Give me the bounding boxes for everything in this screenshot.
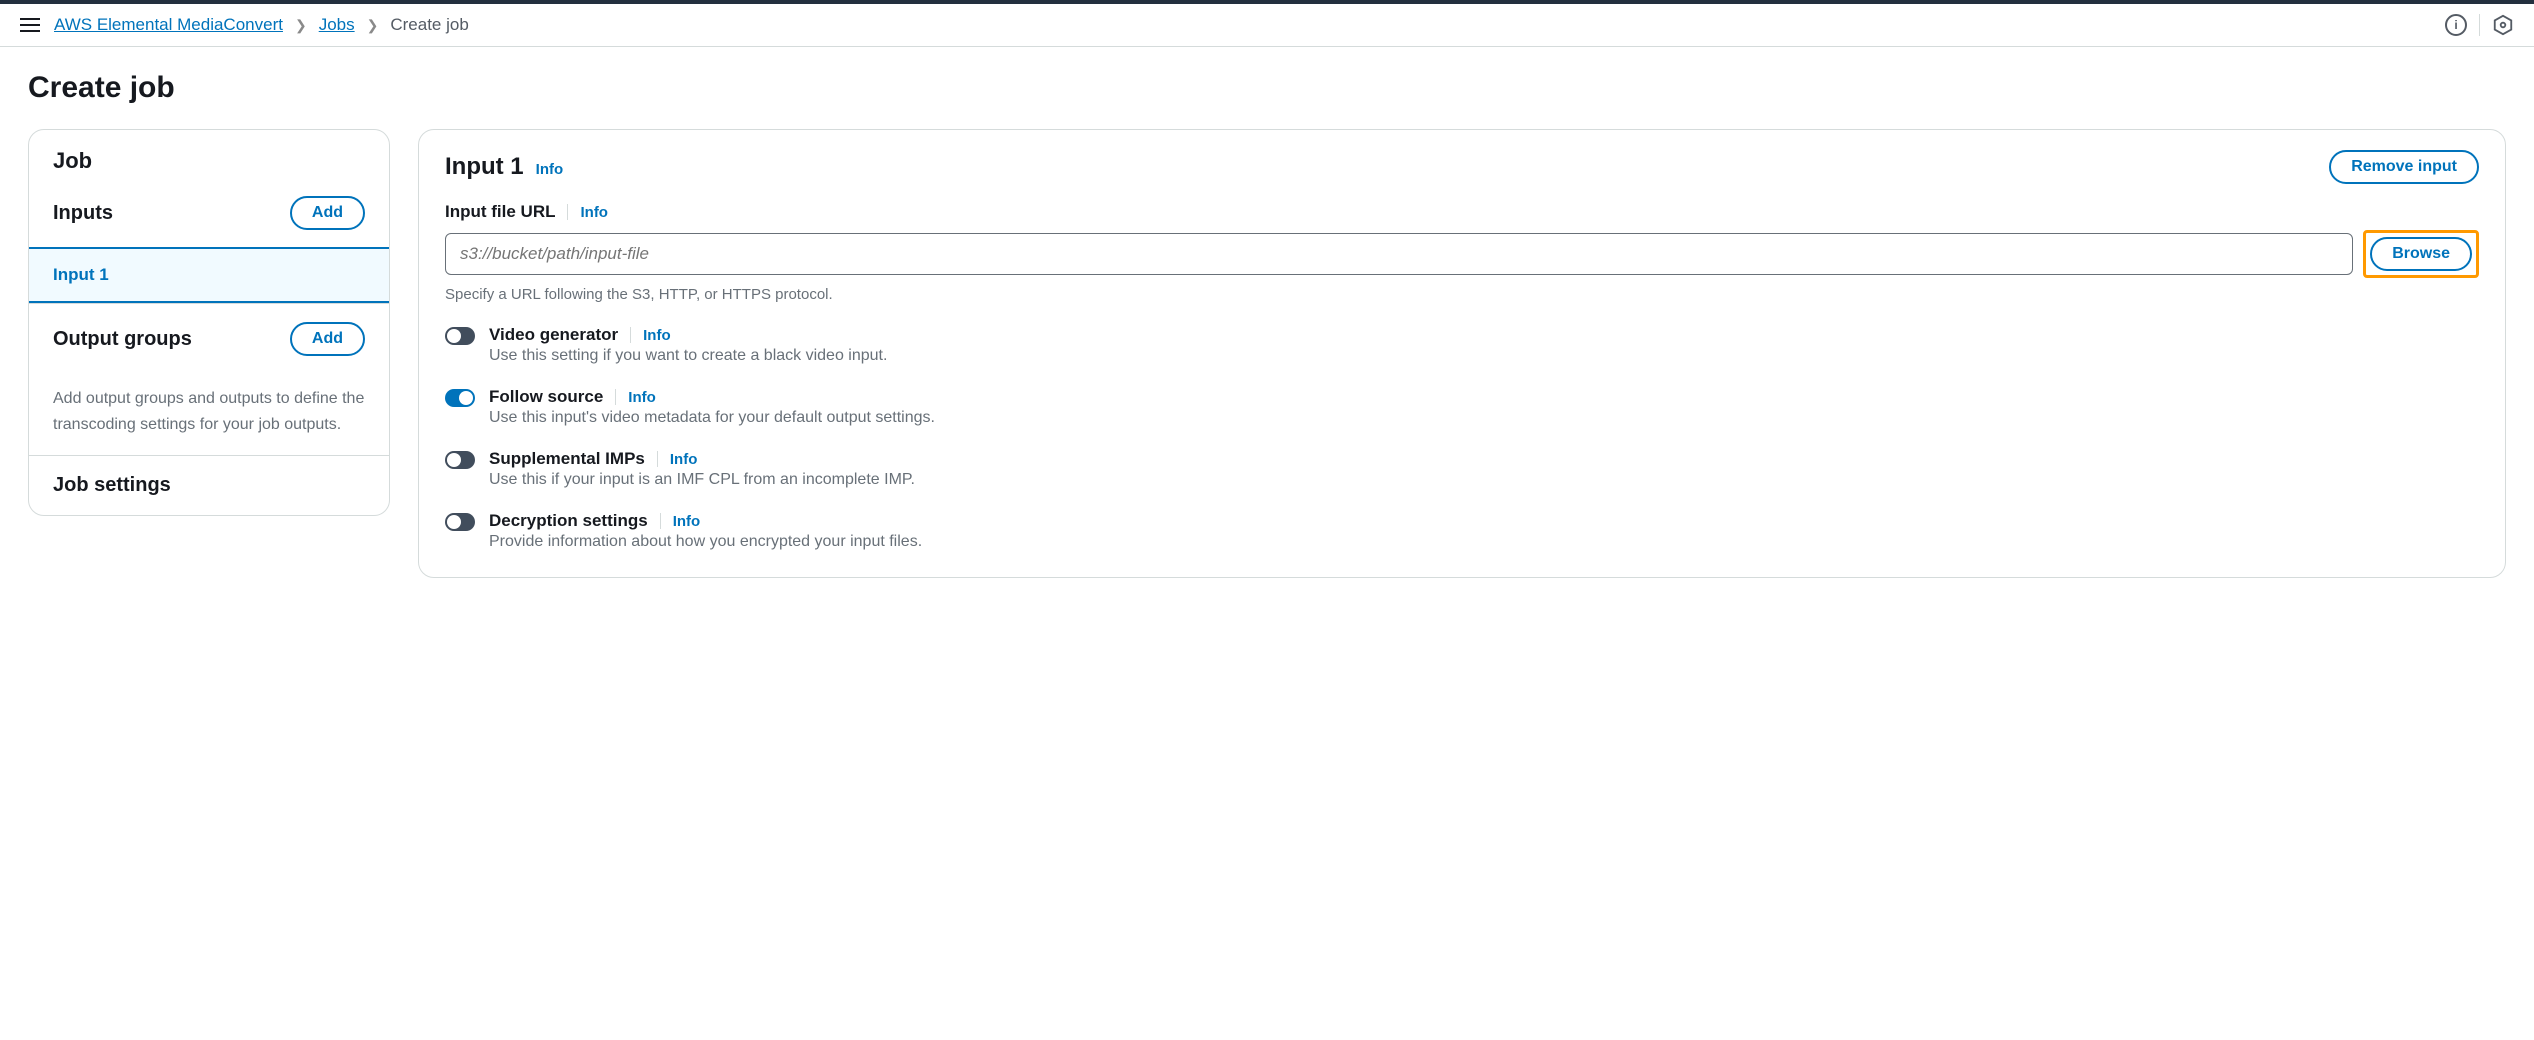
breadcrumb-service[interactable]: AWS Elemental MediaConvert [54, 15, 283, 35]
input-file-url-label: Input file URL [445, 202, 555, 222]
breadcrumb-bar: AWS Elemental MediaConvert ❯ Jobs ❯ Crea… [0, 4, 2534, 47]
decryption-settings-toggle[interactable] [445, 513, 475, 531]
remove-input-button[interactable]: Remove input [2329, 150, 2479, 184]
panel-info-link[interactable]: Info [536, 161, 564, 178]
add-input-button[interactable]: Add [290, 196, 365, 230]
output-groups-help: Add output groups and outputs to define … [29, 374, 389, 455]
decryption-settings-desc: Provide information about how you encryp… [489, 533, 2479, 551]
sidebar-job-settings-label: Job settings [53, 474, 365, 497]
menu-icon[interactable] [20, 18, 40, 32]
input-file-url-field[interactable] [445, 233, 2353, 275]
breadcrumb-jobs[interactable]: Jobs [319, 15, 355, 35]
supplemental-imps-info[interactable]: Info [670, 451, 698, 468]
add-output-group-button[interactable]: Add [290, 322, 365, 356]
input-file-url-help: Specify a URL following the S3, HTTP, or… [445, 286, 2479, 303]
sidebar-inputs-label: Inputs [53, 202, 113, 225]
decryption-settings-info[interactable]: Info [673, 513, 701, 530]
supplemental-imps-toggle[interactable] [445, 451, 475, 469]
supplemental-imps-label: Supplemental IMPs [489, 449, 645, 469]
breadcrumb-current: Create job [390, 15, 468, 35]
breadcrumb: AWS Elemental MediaConvert ❯ Jobs ❯ Crea… [54, 15, 2431, 35]
browse-button[interactable]: Browse [2370, 237, 2472, 271]
video-generator-label: Video generator [489, 325, 618, 345]
sidebar-job-label: Job [53, 148, 365, 174]
video-generator-toggle[interactable] [445, 327, 475, 345]
security-icon[interactable] [2492, 14, 2514, 36]
sidebar-item-input-1[interactable]: Input 1 [29, 247, 389, 303]
decryption-settings-label: Decryption settings [489, 511, 648, 531]
follow-source-desc: Use this input's video metadata for your… [489, 409, 2479, 427]
input-file-url-info[interactable]: Info [580, 204, 608, 221]
page-title: Create job [28, 71, 2506, 105]
chevron-right-icon: ❯ [367, 17, 379, 34]
follow-source-info[interactable]: Info [628, 389, 656, 406]
input-panel: Input 1 Info Remove input Input file URL… [418, 129, 2506, 578]
panel-title: Input 1 [445, 153, 524, 181]
browse-highlight: Browse [2363, 230, 2479, 278]
follow-source-label: Follow source [489, 387, 603, 407]
sidebar-output-groups-label: Output groups [53, 328, 192, 351]
video-generator-desc: Use this setting if you want to create a… [489, 347, 2479, 365]
supplemental-imps-desc: Use this if your input is an IMF CPL fro… [489, 471, 2479, 489]
job-sidebar: Job Inputs Add Input 1 Output groups Add… [28, 129, 390, 516]
follow-source-toggle[interactable] [445, 389, 475, 407]
info-icon[interactable]: i [2445, 14, 2467, 36]
chevron-right-icon: ❯ [295, 17, 307, 34]
video-generator-info[interactable]: Info [643, 327, 671, 344]
